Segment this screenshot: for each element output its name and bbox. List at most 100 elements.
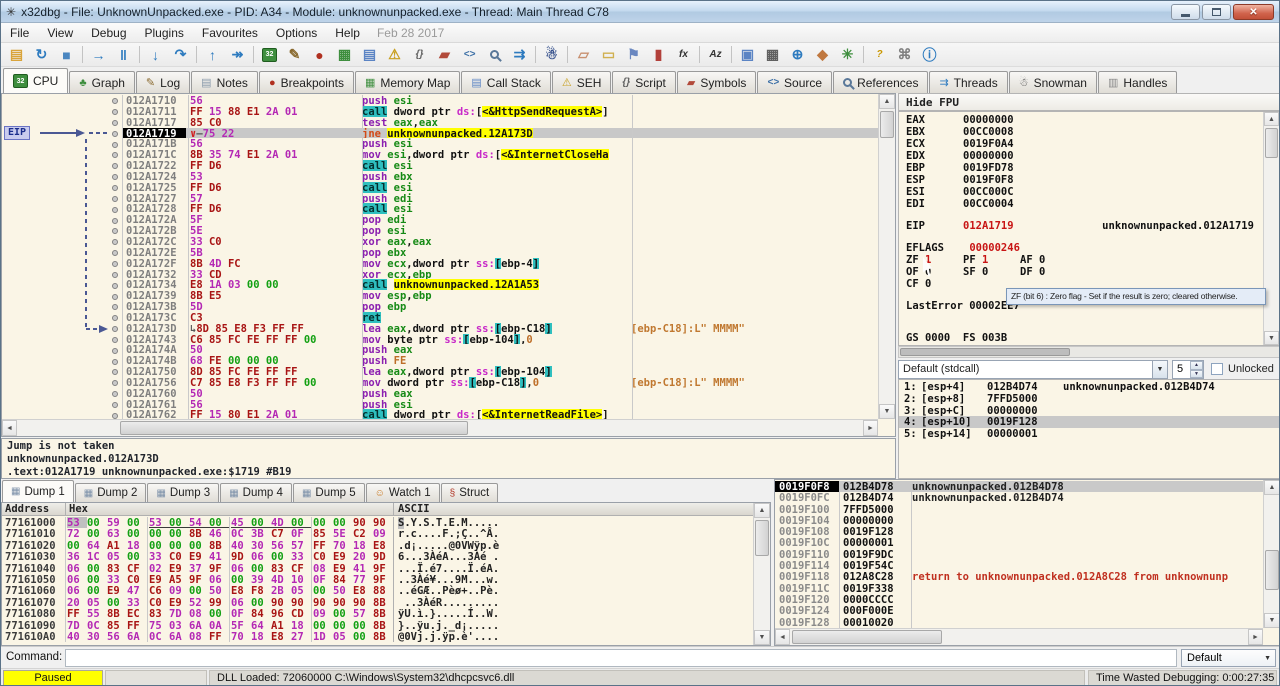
source-icon[interactable]: <> (457, 44, 482, 66)
dump-row[interactable]: 77161050060033C0E9A59F0600394D100F84779F… (2, 574, 753, 585)
stack-row[interactable]: 0019F1100019F9DC (775, 549, 1263, 560)
register-row[interactable]: EDI00CC0004 (899, 198, 1262, 210)
disasm-row[interactable]: 012A172757push edi (123, 193, 878, 204)
scroll-down-arrow-icon[interactable]: ▼ (1264, 331, 1279, 345)
breakpoint-dot-icon[interactable] (112, 120, 118, 126)
segments-row[interactable]: GS 0000 FS 003B (899, 332, 1262, 344)
arg-row[interactable]: 4:[esp+10]0019F128 (899, 416, 1279, 428)
disasm-row[interactable]: 012A1711FF 15 88 E1 2A 01call dword ptr … (123, 106, 878, 117)
cpu-icon[interactable]: 32 (257, 44, 282, 66)
stack-vscroll-thumb[interactable] (1265, 550, 1279, 590)
stack-row[interactable]: 0019F11C0019F338 (775, 583, 1263, 594)
menu-item-view[interactable]: View (38, 24, 82, 42)
stack-row[interactable]: 0019F124000F000E (775, 605, 1263, 616)
disassembly-listing[interactable]: 012A171056push esi012A1711FF 15 88 E1 2A… (123, 95, 878, 419)
stack-row[interactable]: 0019F10400000000 (775, 515, 1263, 526)
tab-dump-2[interactable]: ▦Dump 2 (75, 483, 147, 502)
scroll-down-arrow-icon[interactable]: ▼ (879, 404, 895, 419)
execute-till-return-icon[interactable]: ↑ (200, 44, 225, 66)
arg-row[interactable]: 5:[esp+14]00000001 (899, 428, 1279, 440)
appearance-icon[interactable]: ◆ (810, 44, 835, 66)
command-input[interactable] (65, 649, 1177, 667)
registers-vscroll-thumb[interactable] (1265, 128, 1278, 158)
pause-icon[interactable]: ‖ (111, 44, 136, 66)
tab-watch-1[interactable]: ☺Watch 1 (366, 483, 440, 502)
stack-vscrollbar[interactable]: ▲ ▼ (1263, 480, 1280, 628)
disasm-row[interactable]: 012A1734E8 1A 03 00 00call unknownunpack… (123, 279, 878, 290)
references-icon[interactable] (482, 44, 507, 66)
log-icon[interactable]: ✎ (282, 44, 307, 66)
registers-view[interactable]: EAX00000000EBX00CC0008ECX0019F0A4EDX0000… (898, 111, 1280, 346)
tab-dump-5[interactable]: ▦Dump 5 (293, 483, 365, 502)
disasm-row[interactable]: 012A176050push eax (123, 388, 878, 399)
stack-hscrollbar[interactable]: ◄ ► (775, 628, 1263, 645)
flag-zf[interactable]: ZF 1 (906, 254, 963, 266)
register-row[interactable]: ESP0019F0F8 (899, 174, 1262, 186)
stack-row[interactable]: 0019F118012A8C28return to unknownunpacke… (775, 571, 1263, 582)
flag-of[interactable]: OF 0 (906, 266, 963, 278)
scroll-left-arrow-icon[interactable]: ◄ (2, 420, 17, 436)
disasm-row[interactable]: 012A173D↳8D 85 E8 F3 FF FFlea eax,dword … (123, 323, 878, 334)
register-row[interactable]: EBP0019FD78 (899, 162, 1262, 174)
call-stack-icon[interactable]: ▤ (357, 44, 382, 66)
dump-row[interactable]: 771610907D0C85FF75036A0A5F64A1180000008B… (2, 620, 753, 631)
tab-references[interactable]: References (833, 71, 928, 93)
scroll-up-arrow-icon[interactable]: ▲ (754, 503, 770, 518)
unlocked-checkbox[interactable] (1211, 363, 1223, 375)
flags-row[interactable]: ZF 1PF 1AF 0 (899, 254, 1262, 266)
breakpoint-dot-icon[interactable] (112, 283, 118, 289)
tab-struct[interactable]: §Struct (441, 483, 499, 502)
scroll-up-arrow-icon[interactable]: ▲ (1264, 480, 1280, 495)
breakpoint-dot-icon[interactable] (112, 109, 118, 115)
scroll-right-arrow-icon[interactable]: ► (1248, 629, 1263, 645)
dump-vscroll-thumb[interactable] (755, 520, 769, 556)
disasm-row[interactable]: 012A1722FF D6call esi (123, 160, 878, 171)
dump-row[interactable]: 771610107200630000008B460C3BC70F855EC209… (2, 528, 753, 539)
flag-cf[interactable]: CF 0 (906, 278, 963, 290)
threads-icon[interactable]: ⇉ (507, 44, 532, 66)
breakpoint-dot-icon[interactable] (112, 326, 118, 332)
register-row[interactable]: EAX00000000 (899, 114, 1262, 126)
dump-row[interactable]: 7716107020050033C0E95299060090909090908B… (2, 597, 753, 608)
calculator-icon[interactable]: ▦ (760, 44, 785, 66)
breakpoint-dot-icon[interactable] (112, 413, 118, 419)
disasm-hscrollbar[interactable]: ◄ ► (2, 419, 878, 436)
close-file-icon[interactable]: ■ (54, 44, 79, 66)
hex-dump-pane[interactable]: Address Hex ASCII 7716100053005900530054… (1, 502, 771, 646)
breakpoint-dot-icon[interactable] (112, 402, 118, 408)
tab-log[interactable]: ✎Log (136, 71, 190, 93)
registers-hscrollbar[interactable] (898, 346, 1280, 358)
disasm-row[interactable]: 012A173CC3ret (123, 312, 878, 323)
breakpoint-dot-icon[interactable] (112, 218, 118, 224)
tab-dump-3[interactable]: ▦Dump 3 (147, 483, 219, 502)
hotkeys-icon[interactable]: ⌘ (892, 44, 917, 66)
disasm-row[interactable]: 012A17508D 85 FC FE FF FFlea eax,dword p… (123, 366, 878, 377)
breakpoint-dot-icon[interactable] (112, 207, 118, 213)
flag-af[interactable]: AF 0 (1020, 254, 1077, 266)
disasm-row[interactable]: 012A171C8B 35 74 E1 2A 01mov esi,dword p… (123, 149, 878, 160)
scroll-up-arrow-icon[interactable]: ▲ (1264, 112, 1279, 126)
stack-row[interactable]: 0019F1140019F54C (775, 560, 1263, 571)
script-icon[interactable]: {} (407, 44, 432, 66)
disasm-row[interactable]: 012A171B56push esi (123, 138, 878, 149)
disasm-row[interactable]: 012A1719∨–75 22jne unknownunpacked.12A17… (123, 128, 878, 139)
scroll-down-arrow-icon[interactable]: ▼ (754, 630, 770, 645)
dump-row[interactable]: 77161030361C050033C0E9419D060033C0E9209D… (2, 551, 753, 562)
scroll-right-arrow-icon[interactable]: ► (863, 420, 878, 436)
run-icon[interactable]: → (86, 44, 111, 66)
tab-script[interactable]: {}Script (612, 71, 675, 93)
tab-graph[interactable]: ♣Graph (69, 71, 135, 93)
title-bar[interactable]: ✳ x32dbg - File: UnknownUnpacked.exe - P… (1, 1, 1279, 23)
attach-icon[interactable]: ▣ (735, 44, 760, 66)
step-over-icon[interactable]: ↷ (168, 44, 193, 66)
stack-row[interactable]: 0019F1080019F128 (775, 526, 1263, 537)
breakpoint-dot-icon[interactable] (112, 359, 118, 365)
disasm-row[interactable]: 012A1743C6 85 FC FE FF FF 00mov byte ptr… (123, 334, 878, 345)
disasm-hscroll-thumb[interactable] (120, 421, 468, 435)
disasm-row[interactable]: 012A17398B E5mov esp,ebp (123, 290, 878, 301)
disasm-row[interactable]: 012A1728FF D6call esi (123, 203, 878, 214)
stack-rows[interactable]: 0019F0F8012B4D78unknownunpacked.012B4D78… (775, 481, 1263, 628)
disasm-row[interactable]: 012A176156push esi (123, 399, 878, 410)
dump-row[interactable]: 771610600600E947C6090050E8F82B050050E888… (2, 585, 753, 596)
menu-item-file[interactable]: File (1, 24, 38, 42)
